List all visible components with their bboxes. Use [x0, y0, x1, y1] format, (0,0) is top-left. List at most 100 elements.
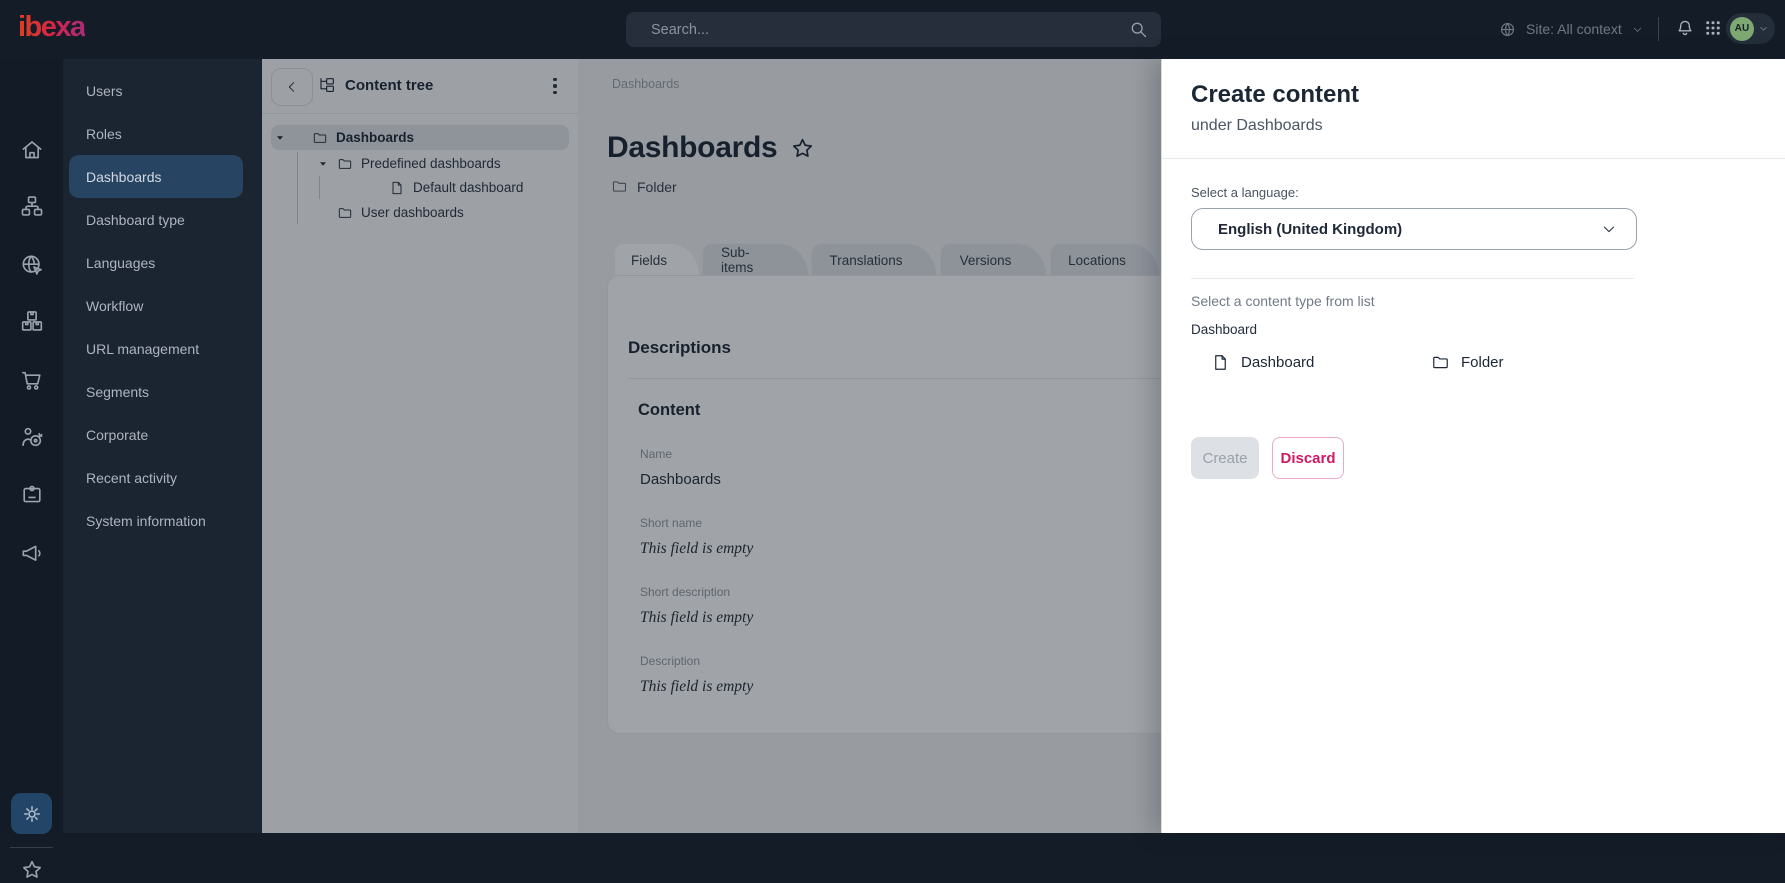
field-value-empty: This field is empty	[640, 539, 1180, 558]
chevron-down-icon	[1758, 23, 1769, 34]
content-group-heading: Content	[628, 401, 1180, 420]
tab-bar: Fields Sub-items Translations Versions L…	[578, 243, 1161, 276]
sidebar-item-roles[interactable]: Roles	[69, 112, 243, 155]
content-type-label: Folder	[637, 179, 677, 195]
rail-products-button[interactable]	[19, 308, 45, 334]
rail-admin-button-active[interactable]	[11, 793, 52, 834]
chevron-down-icon	[1631, 23, 1644, 36]
field-value-empty: This field is empty	[640, 608, 1180, 627]
content-type-option-label: Folder	[1461, 354, 1504, 371]
rail-personalization-button[interactable]	[19, 424, 45, 450]
caret-down-icon[interactable]	[274, 132, 286, 144]
content-type-list-label: Select a content type from list	[1191, 293, 1375, 309]
sidebar-item-system-information[interactable]: System information	[69, 499, 243, 542]
content-tree-title: Content tree	[345, 77, 433, 94]
tree-node-predefined-dashboards[interactable]: Predefined dashboards	[271, 151, 569, 176]
tree-node-default-dashboard[interactable]: Default dashboard	[271, 175, 569, 200]
megaphone-icon	[19, 540, 45, 566]
field-label: Description	[640, 654, 1180, 669]
id-badge-icon	[19, 481, 45, 507]
sidebar-item-users[interactable]: Users	[69, 69, 243, 112]
rail-site-button[interactable]	[19, 252, 45, 278]
rail-corporate-button[interactable]	[19, 481, 45, 507]
breadcrumb[interactable]: Dashboards	[612, 77, 679, 91]
tree-node-user-dashboards[interactable]: User dashboards	[271, 200, 569, 225]
field-label: Name	[640, 447, 1180, 462]
ibexa-logo[interactable]: ibexa	[18, 11, 85, 44]
folder-icon	[337, 156, 353, 172]
avatar: AU	[1730, 17, 1754, 41]
sidebar-item-languages[interactable]: Languages	[69, 241, 243, 284]
gear-icon	[20, 802, 44, 826]
field-description: Description This field is empty	[628, 654, 1180, 696]
app-switcher-button[interactable]	[1700, 15, 1726, 41]
sidebar-item-recent-activity[interactable]: Recent activity	[69, 456, 243, 499]
rail-divider	[10, 847, 53, 848]
icon-rail	[0, 59, 63, 833]
collapse-tree-button[interactable]	[271, 68, 313, 106]
tree-node-label: Predefined dashboards	[361, 156, 501, 171]
content-type-option-dashboard[interactable]: Dashboard	[1211, 349, 1314, 375]
content-tree-icon	[318, 76, 336, 94]
descriptions-heading: Descriptions	[628, 338, 1180, 358]
sidebar-item-corporate[interactable]: Corporate	[69, 413, 243, 456]
panel-subtitle: under Dashboards	[1191, 117, 1323, 135]
site-context-selector[interactable]: Site: All context	[1498, 14, 1644, 44]
folder-icon	[337, 205, 353, 221]
chevron-down-icon	[1600, 220, 1618, 238]
field-short-description: Short description This field is empty	[628, 585, 1180, 627]
language-select[interactable]: English (United Kingdom)	[1191, 208, 1637, 250]
field-name: Name Dashboards	[628, 447, 1180, 489]
rail-commerce-button[interactable]	[19, 367, 45, 393]
topbar-divider	[1658, 17, 1659, 41]
file-icon	[389, 180, 405, 196]
discard-button[interactable]: Discard	[1272, 437, 1344, 479]
content-type-indicator: Folder	[611, 178, 677, 195]
tab-sub-items[interactable]: Sub-items	[702, 243, 809, 276]
rail-home-button[interactable]	[19, 137, 45, 163]
descriptions-card: Descriptions Content Name Dashboards Sho…	[607, 275, 1207, 734]
notifications-button[interactable]	[1672, 15, 1698, 41]
page-title: Dashboards	[607, 131, 777, 165]
tree-node-label: Default dashboard	[413, 180, 523, 195]
sidebar-item-segments[interactable]: Segments	[69, 370, 243, 413]
caret-down-icon[interactable]	[317, 158, 329, 170]
create-button[interactable]: Create	[1191, 437, 1259, 479]
sidebar-item-dashboard-type[interactable]: Dashboard type	[69, 198, 243, 241]
favorite-star-button[interactable]	[789, 135, 816, 162]
rail-bookmarks-button[interactable]	[19, 857, 45, 883]
content-tree-panel: Content tree Dashboards Predefined dashb…	[262, 59, 578, 833]
star-icon	[19, 857, 45, 883]
tree-header-divider	[262, 113, 578, 114]
field-value: Dashboards	[640, 470, 1180, 489]
language-select-value: English (United Kingdom)	[1218, 221, 1600, 238]
globe-icon	[1498, 20, 1517, 39]
content-type-option-label: Dashboard	[1241, 354, 1314, 371]
user-menu[interactable]: AU	[1726, 13, 1775, 44]
tab-locations[interactable]: Locations	[1050, 243, 1160, 276]
field-short-name: Short name This field is empty	[628, 516, 1180, 558]
sidebar-item-url-management[interactable]: URL management	[69, 327, 243, 370]
rail-marketing-button[interactable]	[19, 540, 45, 566]
language-select-label: Select a language:	[1191, 185, 1299, 200]
field-label: Short description	[640, 585, 1180, 600]
panel-title: Create content	[1191, 81, 1359, 109]
tree-node-dashboards[interactable]: Dashboards	[271, 125, 569, 150]
tab-translations[interactable]: Translations	[811, 243, 937, 276]
tab-versions[interactable]: Versions	[940, 243, 1047, 276]
person-target-icon	[19, 424, 45, 450]
content-type-group-label: Dashboard	[1191, 322, 1257, 337]
tree-options-button[interactable]	[546, 75, 564, 97]
sidebar-item-dashboards[interactable]: Dashboards	[69, 155, 243, 198]
content-tree-header: Content tree	[262, 59, 578, 113]
sidebar-item-workflow[interactable]: Workflow	[69, 284, 243, 327]
globe-cursor-icon	[19, 252, 45, 278]
bell-icon	[1674, 17, 1696, 39]
rail-structure-button[interactable]	[19, 193, 45, 219]
field-value-empty: This field is empty	[640, 677, 1180, 696]
sitemap-icon	[19, 193, 45, 219]
create-content-panel: Create content under Dashboards Select a…	[1161, 59, 1785, 833]
tab-fields[interactable]: Fields	[614, 243, 700, 276]
search-input[interactable]	[626, 12, 1161, 47]
content-type-option-folder[interactable]: Folder	[1431, 349, 1504, 375]
